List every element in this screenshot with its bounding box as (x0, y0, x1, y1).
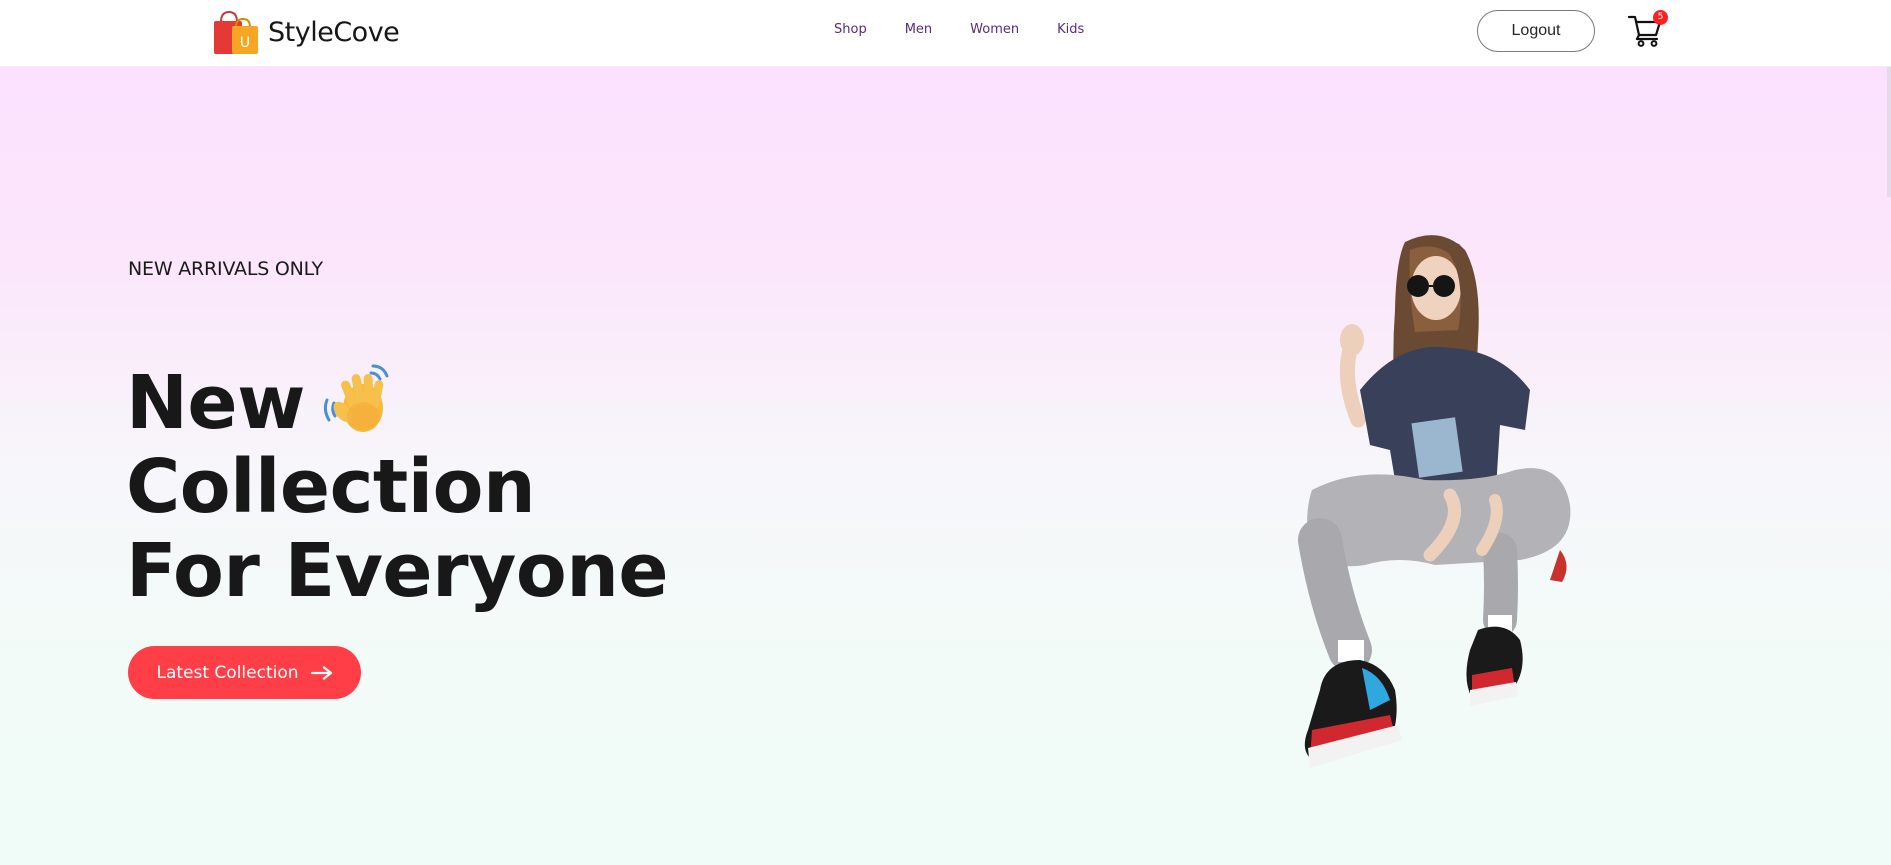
brand-name: StyleCove (268, 16, 400, 48)
svg-text:U: U (240, 35, 250, 51)
hero-title-line-3: For Everyone (126, 528, 669, 614)
hero-model-image (1298, 235, 1571, 768)
nav-link-kids[interactable]: Kids (1057, 22, 1084, 37)
hero-title-line-1: New (126, 360, 668, 445)
nav-link-shop[interactable]: Shop (834, 22, 867, 37)
arrow-right-icon (310, 665, 332, 680)
latest-collection-label: Latest Collection (156, 662, 299, 683)
site-header: U StyleCove Shop Men Women Kids Logout 5 (0, 0, 1891, 67)
logout-button[interactable]: Logout (1477, 10, 1595, 52)
latest-collection-button[interactable]: Latest Collection (128, 646, 361, 699)
hero-title: New Collection For Everyone (126, 360, 669, 614)
hero-title-word-new: New (126, 360, 305, 446)
hero-eyebrow: NEW ARRIVALS ONLY (128, 258, 323, 280)
main-nav: Shop Men Women Kids (834, 22, 1084, 37)
nav-link-women[interactable]: Women (970, 22, 1019, 37)
shopping-bag-icon: U (214, 10, 258, 54)
cart-count-badge: 5 (1653, 10, 1668, 25)
hero-title-line-2: Collection (126, 444, 536, 530)
brand-logo[interactable]: U StyleCove (212, 9, 400, 55)
waving-hand-icon (323, 364, 389, 432)
scrollbar[interactable] (1887, 67, 1891, 197)
nav-link-men[interactable]: Men (905, 22, 932, 37)
